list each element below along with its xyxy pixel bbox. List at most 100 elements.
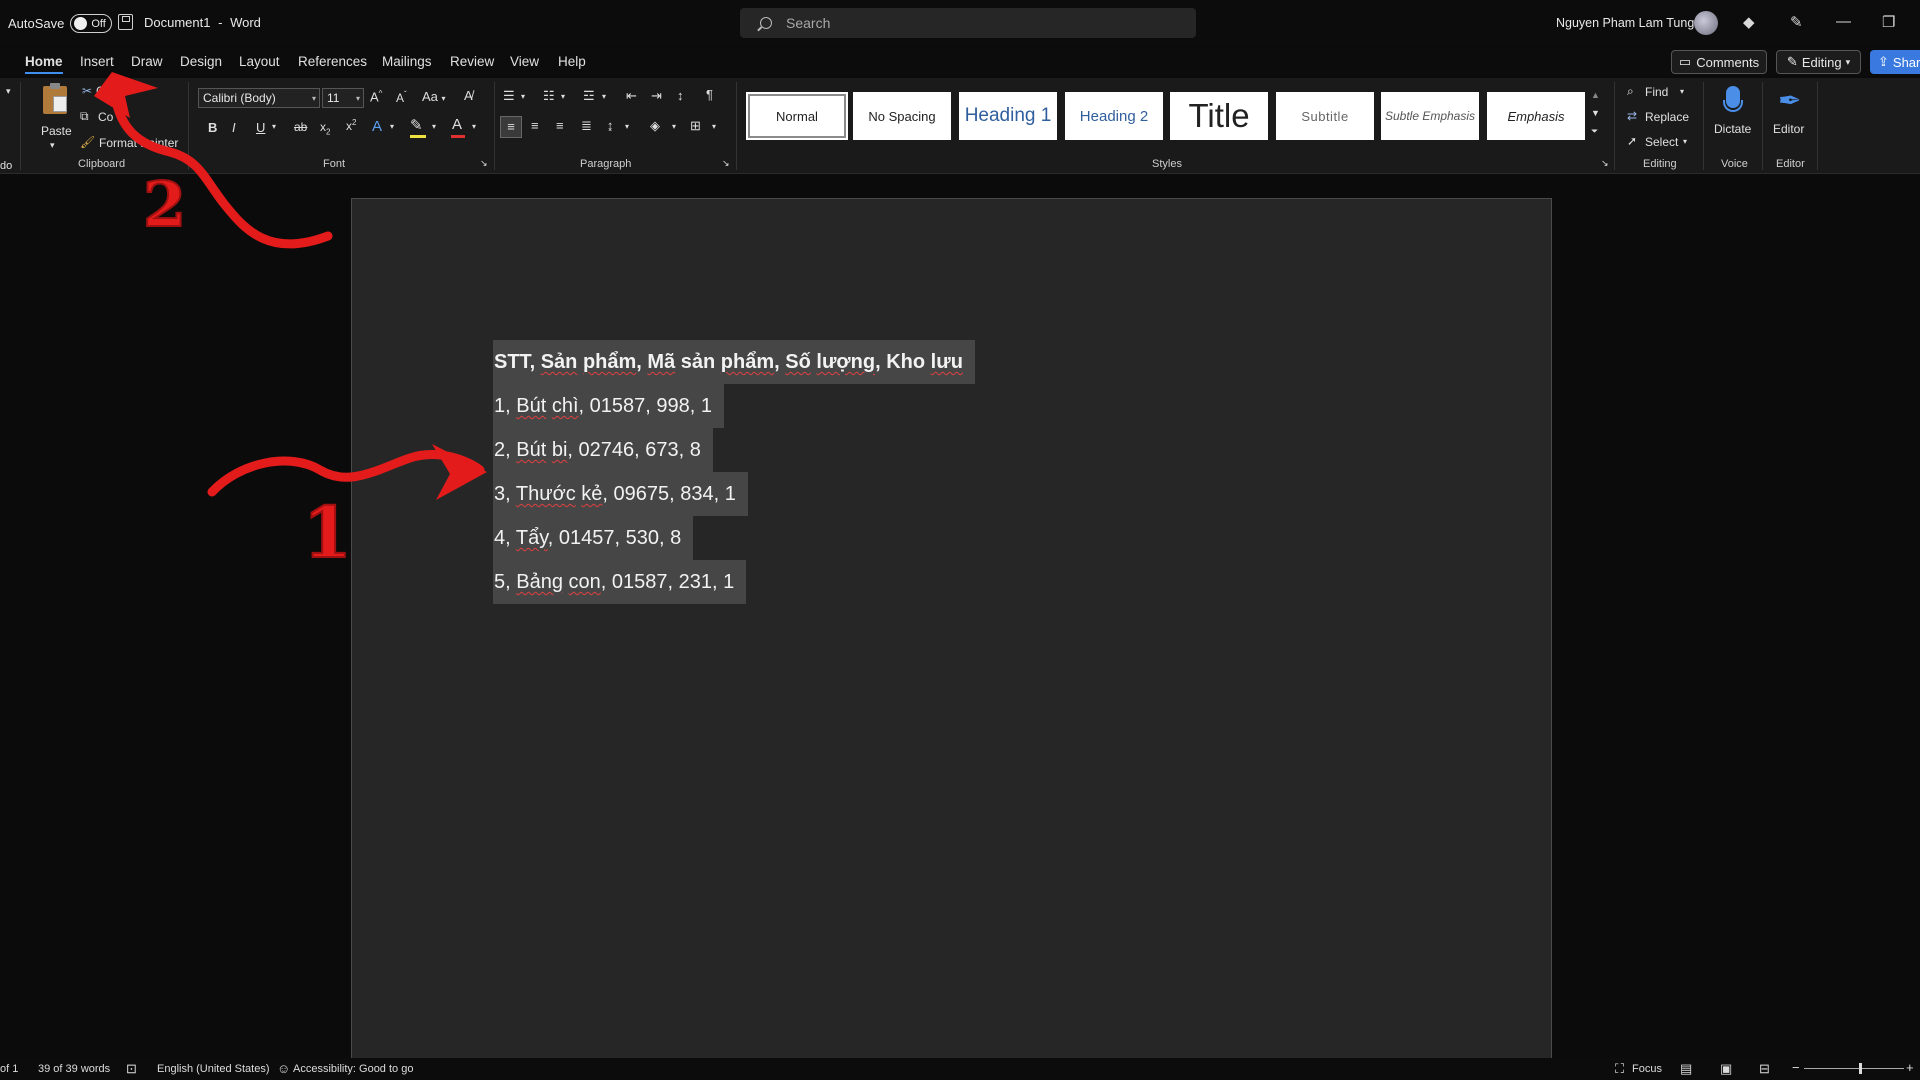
replace-label[interactable]: Replace [1645,110,1689,124]
focus-label[interactable]: Focus [1632,1063,1662,1075]
chevron-down-icon[interactable]: ▾ [625,122,629,131]
zoom-slider[interactable] [1804,1063,1904,1074]
style-subtitle[interactable]: Subtitle [1276,92,1374,140]
select-icon[interactable]: ➚ [1627,134,1637,148]
doc-line-2[interactable]: 2, Bút bi, 02746, 673, 8 [493,428,713,472]
dictate-button[interactable]: Dictate [1712,82,1756,152]
comments-button[interactable]: ▭ Comments [1671,50,1767,74]
chevron-down-icon[interactable]: ▾ [432,122,436,131]
tab-review[interactable]: Review [450,54,494,69]
chevron-down-icon[interactable]: ▾ [521,92,525,101]
user-name[interactable]: Nguyen Pham Lam Tung [1556,16,1694,30]
paste-button[interactable]: Paste ▾ [40,83,72,154]
focus-icon[interactable]: ⛶ [1615,1061,1624,1077]
proofing-icon[interactable]: ⊡ [126,1061,137,1077]
font-dialog-launcher-icon[interactable]: ↘ [480,158,488,169]
document-title[interactable]: Document1 - Word [144,15,261,30]
copy-icon[interactable]: ⧉ [80,109,89,124]
change-case-button[interactable]: Aa ▾ [422,89,446,104]
minimize-icon[interactable]: — [1836,13,1851,30]
align-center-icon[interactable]: ≡ [531,118,539,133]
copy-label[interactable]: Co [98,110,113,124]
format-painter-icon[interactable]: 🖌 [80,135,95,149]
doc-line-4[interactable]: 4, Tẩy, 01457, 530, 8 [493,516,694,560]
accessibility-status[interactable]: Accessibility: Good to go [293,1063,413,1075]
font-color-icon[interactable]: A [452,116,462,133]
style-title[interactable]: Title [1170,92,1268,140]
print-layout-icon[interactable]: ▣ [1720,1061,1732,1077]
subscript-icon[interactable]: x2 [320,120,330,136]
word-count[interactable]: 39 of 39 words [38,1063,110,1075]
find-label[interactable]: Find [1645,85,1668,99]
grow-font-icon[interactable]: A^ [370,89,382,104]
justify-icon[interactable]: ≣ [581,118,592,134]
zoom-slider-thumb[interactable] [1859,1063,1862,1074]
replace-icon[interactable]: ⇄ [1627,109,1637,123]
editor-button[interactable]: ✒ Editor [1770,82,1812,152]
increase-indent-icon[interactable]: ⇥ [651,88,662,104]
superscript-icon[interactable]: x2 [346,118,356,133]
chevron-down-icon[interactable]: ▾ [672,122,676,131]
scissors-icon[interactable]: ✂ [82,84,92,98]
share-button[interactable]: ⇪ Shar [1870,50,1920,74]
tab-home[interactable]: Home [25,54,63,74]
paragraph-dialog-launcher-icon[interactable]: ↘ [722,158,730,169]
restore-icon[interactable]: ❐ [1882,13,1895,31]
page-info[interactable]: of 1 [0,1063,18,1075]
chevron-down-icon[interactable]: ▾ [390,122,394,131]
decrease-indent-icon[interactable]: ⇤ [626,88,637,104]
tab-mailings[interactable]: Mailings [382,54,432,69]
style-emphasis[interactable]: Emphasis [1487,92,1585,140]
styles-scroll-down-icon[interactable]: ▼ [1591,108,1600,118]
underline-icon[interactable]: U [256,120,265,135]
avatar[interactable] [1694,11,1718,35]
shrink-font-icon[interactable]: Aˇ [396,90,407,105]
chevron-down-icon[interactable]: ▾ [272,122,276,131]
styles-scroll-up-icon[interactable]: ▲ [1591,90,1600,100]
styles-more-icon[interactable]: ⏷ [1591,126,1598,137]
numbering-icon[interactable]: ☷ [543,88,555,104]
show-formatting-icon[interactable]: ¶ [706,87,713,102]
autosave-toggle[interactable]: Off [70,14,113,33]
strikethrough-icon[interactable]: ab [294,120,307,134]
tab-design[interactable]: Design [180,54,222,69]
tab-layout[interactable]: Layout [239,54,280,69]
italic-icon[interactable]: I [232,120,236,135]
chevron-down-icon[interactable]: ▾ [602,92,606,101]
borders-icon[interactable]: ⊞ [690,118,701,134]
line-spacing-icon[interactable]: ↨ [607,118,614,133]
style-no-spacing[interactable]: No Spacing [853,92,951,140]
zoom-in-button[interactable]: + [1906,1060,1914,1075]
bullets-icon[interactable]: ☰ [503,88,515,104]
font-name-combo[interactable]: Calibri (Body) ▾ [198,88,320,108]
tab-view[interactable]: View [510,54,539,69]
chevron-down-icon[interactable]: ▾ [1683,137,1687,146]
search-box[interactable]: Search [740,8,1196,38]
shading-icon[interactable]: ◈ [650,118,660,134]
doc-header-line[interactable]: STT, Sản phẩm, Mã sản phẩm, Số lượng, Kh… [493,340,975,384]
autosave-control[interactable]: AutoSave Off [8,14,113,33]
chevron-down-icon[interactable]: ▾ [561,92,565,101]
cut-label[interactable]: Cut [96,84,115,98]
tab-draw[interactable]: Draw [131,54,163,69]
format-painter-label[interactable]: Format Painter [99,136,178,150]
font-size-combo[interactable]: 11 ▾ [322,88,364,108]
tab-references[interactable]: References [298,54,367,69]
doc-line-1[interactable]: 1, Bút chì, 01587, 998, 1 [493,384,725,428]
pen-icon[interactable]: ✎ [1790,13,1803,31]
chevron-down-icon[interactable]: ▾ [472,122,476,131]
find-icon[interactable]: ⌕ [1627,84,1634,99]
undo-dropdown-icon[interactable]: ▾ [6,86,11,97]
select-label[interactable]: Select [1645,135,1678,149]
doc-line-3[interactable]: 3, Thước kẻ, 09675, 834, 1 [493,472,748,516]
tab-insert[interactable]: Insert [80,54,114,69]
doc-line-5[interactable]: 5, Bảng con, 01587, 231, 1 [493,560,747,604]
align-left-icon[interactable]: ≡ [500,116,522,138]
sort-icon[interactable]: ↕ [677,88,684,103]
styles-dialog-launcher-icon[interactable]: ↘ [1601,158,1609,169]
diamond-icon[interactable]: ◆ [1743,13,1755,31]
align-right-icon[interactable]: ≡ [556,118,564,133]
style-heading-2[interactable]: Heading 2 [1065,92,1163,140]
editing-mode-button[interactable]: ✎ Editing ▾ [1776,50,1861,74]
highlight-icon[interactable]: ✎ [410,116,423,134]
